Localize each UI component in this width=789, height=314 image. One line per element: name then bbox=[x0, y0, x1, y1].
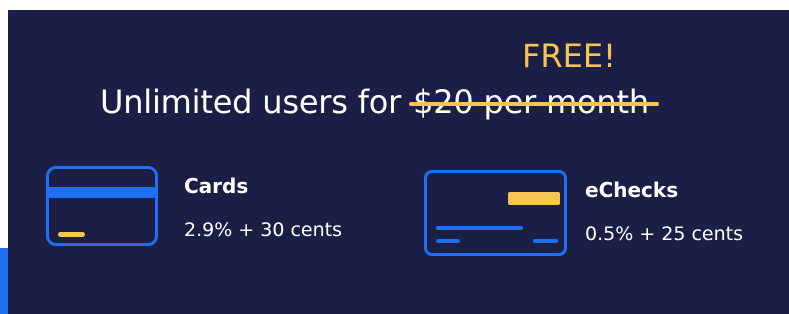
credit-card-icon bbox=[46, 166, 158, 246]
unlimited-users-headline: Unlimited users for $20 per month bbox=[100, 82, 659, 122]
cards-title: Cards bbox=[184, 174, 249, 198]
check-signature-line bbox=[533, 239, 558, 243]
headline-prefix: Unlimited users for bbox=[100, 83, 402, 121]
cards-rate: 2.9% + 30 cents bbox=[184, 219, 343, 241]
check-amount-box bbox=[508, 192, 560, 205]
credit-card-stripe bbox=[49, 187, 155, 198]
echecks-rate: 0.5% + 25 cents bbox=[585, 223, 744, 245]
check-memo-line bbox=[436, 226, 523, 230]
top-white-strip bbox=[0, 0, 208, 10]
price-strikethrough bbox=[409, 102, 659, 106]
free-offer-label: FREE! bbox=[522, 37, 616, 75]
left-blue-accent bbox=[0, 248, 8, 314]
credit-card-chip bbox=[58, 232, 85, 237]
old-price-group: $20 per month bbox=[409, 82, 659, 122]
echecks-title: eChecks bbox=[585, 178, 679, 202]
pricing-offer-screen: FREE! Unlimited users for $20 per month … bbox=[0, 0, 789, 314]
check-short-line bbox=[436, 239, 460, 243]
check-icon bbox=[424, 170, 567, 256]
pricing-offer-panel: FREE! Unlimited users for $20 per month … bbox=[8, 10, 789, 314]
